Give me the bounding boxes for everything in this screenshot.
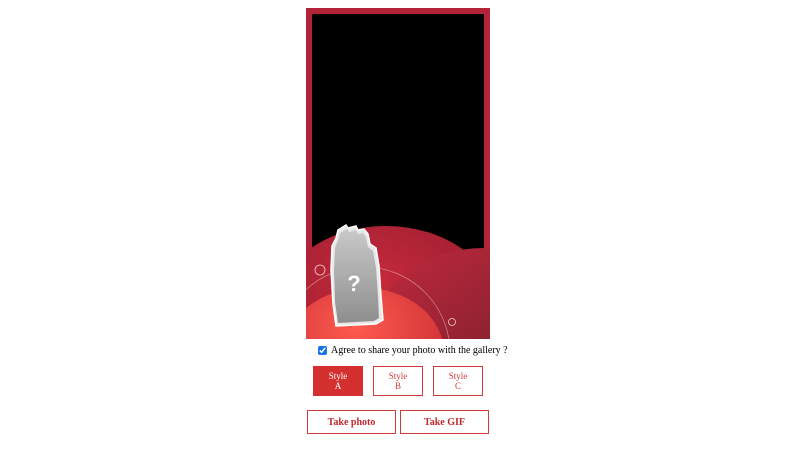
frame-decoration: ? (306, 223, 490, 339)
style-c-button[interactable]: Style C (433, 366, 483, 396)
share-consent[interactable]: Agree to share your photo with the galle… (318, 343, 508, 357)
take-gif-button[interactable]: Take GIF (400, 410, 489, 434)
style-a-button[interactable]: Style A (313, 366, 363, 396)
style-c-label: Style (448, 371, 468, 381)
photobooth-page: ? Agree to share your photo with the gal… (0, 0, 800, 450)
style-a-label: Style (328, 371, 348, 381)
style-b-button[interactable]: Style B (373, 366, 423, 396)
take-photo-button[interactable]: Take photo (307, 410, 396, 434)
share-consent-checkbox[interactable] (318, 345, 327, 355)
photo-frame: ? (306, 8, 490, 339)
style-a-letter: A (334, 381, 342, 391)
style-c-letter: C (454, 381, 461, 391)
style-b-label: Style (388, 371, 408, 381)
question-mark-icon: ? (347, 271, 360, 296)
share-consent-label: Agree to share your photo with the galle… (331, 344, 508, 356)
style-b-letter: B (394, 381, 401, 391)
